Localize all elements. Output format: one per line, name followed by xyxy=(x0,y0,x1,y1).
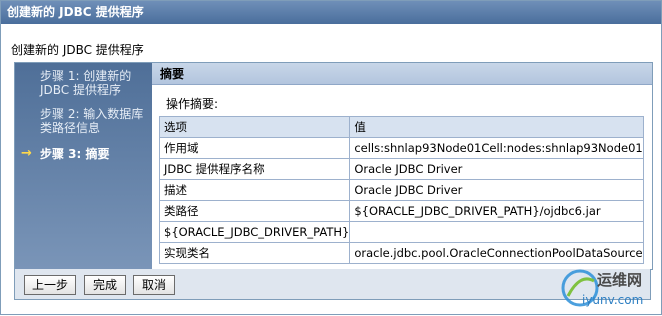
step-3-current: 步骤 3: 摘要 xyxy=(40,147,110,161)
button-bar: 上一步 完成 取消 xyxy=(14,269,651,300)
row-option: ${ORACLE_JDBC_DRIVER_PATH} xyxy=(158,221,351,243)
table-row: 实现类名 oracle.jdbc.pool.OracleConnectionPo… xyxy=(158,242,644,264)
summary-table: 选项 值 作用域 cells:shnlap93Node01Cell:nodes:… xyxy=(158,116,644,264)
previous-button[interactable]: 上一步 xyxy=(24,275,76,295)
row-option: 描述 xyxy=(158,179,351,201)
page-subtitle: 创建新的 JDBC 提供程序 xyxy=(11,43,144,57)
operation-summary-label: 操作摘要: xyxy=(166,97,219,111)
cancel-button[interactable]: 取消 xyxy=(133,275,175,295)
current-step-arrow-icon: → xyxy=(21,146,32,161)
row-value: ${ORACLE_JDBC_DRIVER_PATH}/ojdbc6.jar xyxy=(349,200,644,222)
table-header-row: 选项 值 xyxy=(158,116,644,138)
watermark-text-url: iyunv.com xyxy=(582,293,644,307)
row-value xyxy=(349,221,644,243)
table-row: JDBC 提供程序名称 Oracle JDBC Driver xyxy=(158,158,644,180)
summary-panel: 摘要 操作摘要: 选项 值 作用域 cells:shnlap93Node01Ce… xyxy=(152,63,652,269)
wizard-steps-sidebar: 步骤 1: 创建新的 JDBC 提供程序 步骤 2: 输入数据库类路径信息 → … xyxy=(15,63,152,269)
column-header-value: 值 xyxy=(349,116,644,138)
table-row: 作用域 cells:shnlap93Node01Cell:nodes:shnla… xyxy=(158,137,644,159)
site-watermark: 运维网 iyunv.com xyxy=(560,263,660,313)
wizard-content: 步骤 1: 创建新的 JDBC 提供程序 步骤 2: 输入数据库类路径信息 → … xyxy=(14,62,653,270)
table-row: 描述 Oracle JDBC Driver xyxy=(158,179,644,201)
panel-title: 摘要 xyxy=(152,63,652,85)
row-option: JDBC 提供程序名称 xyxy=(158,158,351,180)
table-row: ${ORACLE_JDBC_DRIVER_PATH} xyxy=(158,221,644,243)
row-option: 实现类名 xyxy=(158,242,351,264)
row-value: oracle.jdbc.pool.OracleConnectionPoolDat… xyxy=(349,242,644,264)
row-option: 作用域 xyxy=(158,137,351,159)
finish-button[interactable]: 完成 xyxy=(84,275,126,295)
row-value: cells:shnlap93Node01Cell:nodes:shnlap93N… xyxy=(349,137,644,159)
watermark-text-cn: 运维网 xyxy=(597,271,643,289)
row-value: Oracle JDBC Driver xyxy=(349,158,644,180)
table-row: 类路径 ${ORACLE_JDBC_DRIVER_PATH}/ojdbc6.ja… xyxy=(158,200,644,222)
step-1-link[interactable]: 步骤 1: 创建新的 JDBC 提供程序 xyxy=(40,69,148,97)
column-header-option: 选项 xyxy=(158,116,351,138)
row-value: Oracle JDBC Driver xyxy=(349,179,644,201)
row-option: 类路径 xyxy=(158,200,351,222)
window-title: 创建新的 JDBC 提供程序 xyxy=(1,1,661,24)
step-2-link[interactable]: 步骤 2: 输入数据库类路径信息 xyxy=(40,107,148,135)
